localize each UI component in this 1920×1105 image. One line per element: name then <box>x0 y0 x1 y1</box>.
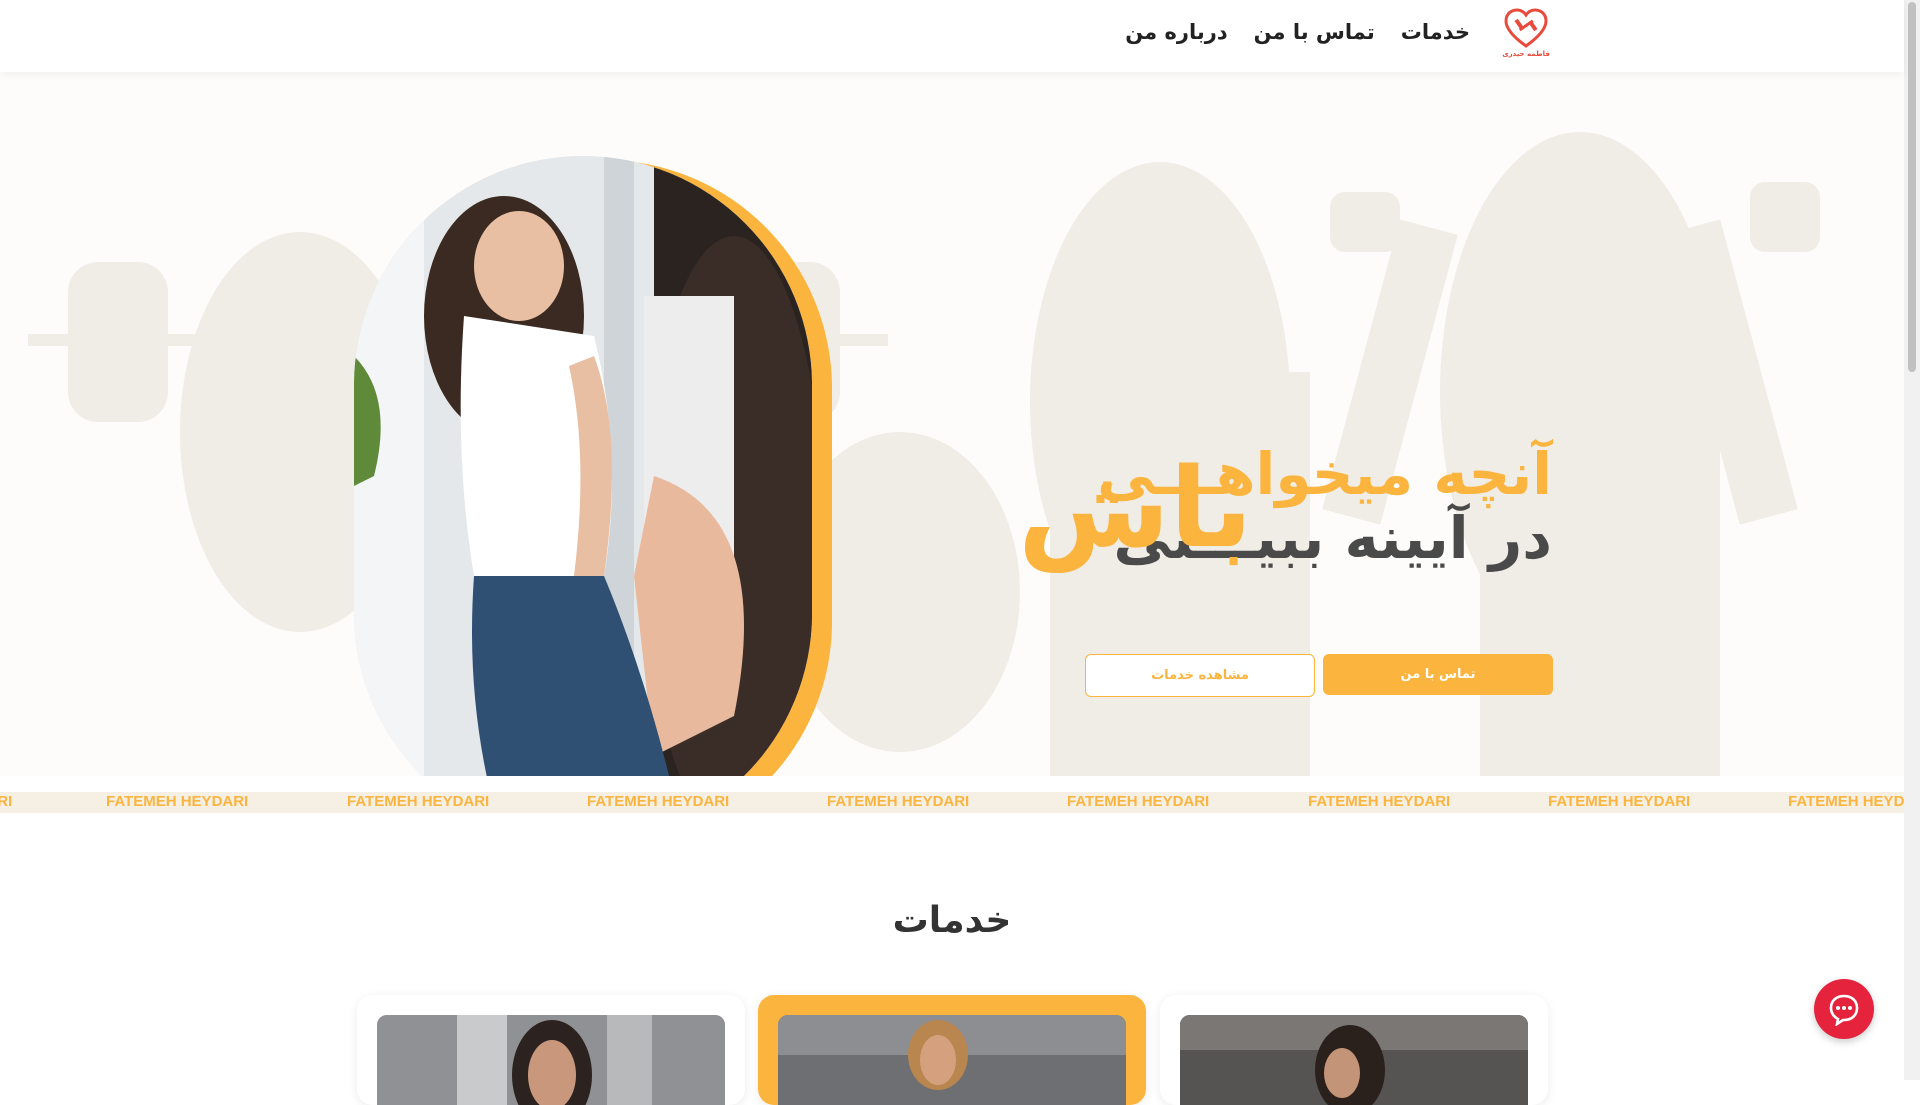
nav-about[interactable]: درباره من <box>1125 20 1227 44</box>
service-card[interactable] <box>1160 995 1548 1105</box>
service-card[interactable] <box>357 995 745 1105</box>
headline-big-word: باش <box>1018 444 1253 572</box>
nav-contact[interactable]: تماس با من <box>1254 20 1375 44</box>
chat-button[interactable] <box>1814 979 1874 1039</box>
services-title: خدمات <box>892 900 1012 941</box>
woman-portrait-photo <box>377 1015 725 1105</box>
name-marquee: FATEMEH HEYDARI FATEMEH HEYDARI FATEMEH … <box>0 792 1904 813</box>
site-logo[interactable]: فاطمه حیدری <box>1502 8 1550 62</box>
site-header: فاطمه حیدری خدمات تماس با من درباره من <box>0 0 1904 72</box>
hero-section: آنچه میخواهـــی در آیینه ببیـــنی باش تم… <box>0 72 1904 776</box>
marquee-item: FATEMEH HEYDARI <box>827 793 970 810</box>
marquee-item: FATEMEH HEYDARI <box>1788 793 1904 810</box>
woman-workout-photo <box>1180 1015 1528 1105</box>
heart-dumbbell-icon <box>1504 8 1548 48</box>
marquee-item: FATEMEH HEYDARI <box>0 793 13 810</box>
hero-image <box>354 156 812 776</box>
logo-text: فاطمه حیدری <box>1502 50 1550 58</box>
marquee-item: FATEMEH HEYDARI <box>106 793 249 810</box>
marquee-item: FATEMEH HEYDARI <box>347 793 490 810</box>
service-card-image <box>1180 1015 1528 1105</box>
view-services-button[interactable]: مشاهده خدمات <box>1085 654 1315 697</box>
contact-button[interactable]: تماس با من <box>1323 654 1553 695</box>
chat-bubble-icon <box>1829 994 1859 1026</box>
scrollbar-thumb[interactable] <box>1908 2 1916 372</box>
marquee-item: FATEMEH HEYDARI <box>1067 793 1210 810</box>
marquee-item: FATEMEH HEYDARI <box>1308 793 1451 810</box>
service-card-image <box>778 1015 1126 1105</box>
marquee-item: FATEMEH HEYDARI <box>587 793 730 810</box>
marquee-item: FATEMEH HEYDARI <box>1548 793 1691 810</box>
background-fitness-silhouettes <box>28 132 1820 776</box>
service-card-active[interactable] <box>758 995 1146 1105</box>
woman-mirror-photo <box>354 156 812 776</box>
main-nav: خدمات تماس با من درباره من <box>1125 20 1470 44</box>
woman-training-photo <box>778 1015 1126 1105</box>
service-card-image <box>377 1015 725 1105</box>
nav-services[interactable]: خدمات <box>1401 20 1470 44</box>
page-scrollbar[interactable] <box>1904 0 1920 1080</box>
